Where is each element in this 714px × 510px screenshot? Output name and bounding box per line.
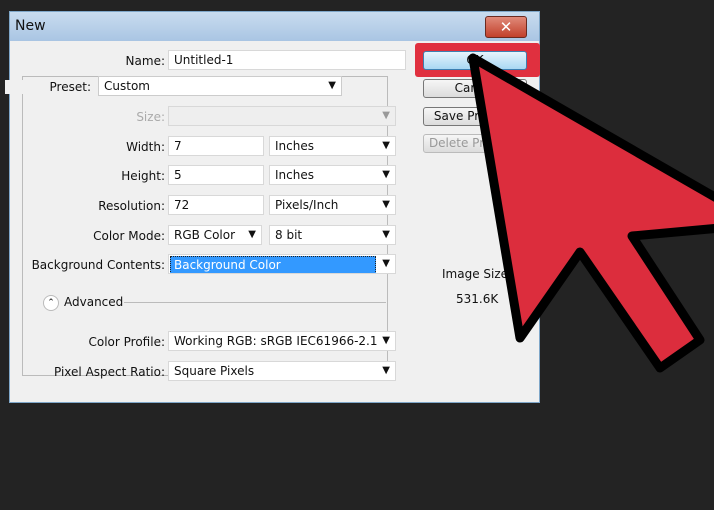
arrow-shape: [468, 53, 714, 373]
red-arrow-pointer-icon: [468, 53, 714, 373]
